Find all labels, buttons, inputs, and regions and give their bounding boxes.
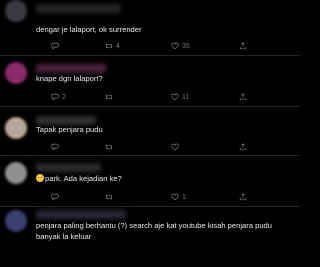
retweet-icon <box>105 43 113 49</box>
author-header-blurred <box>36 4 121 13</box>
share-button[interactable] <box>239 192 247 202</box>
avatar[interactable] <box>5 210 27 232</box>
retweet-count: 4 <box>116 42 120 50</box>
retweet-icon <box>105 144 113 150</box>
action-bar <box>36 142 300 152</box>
like-count: 35 <box>182 42 190 50</box>
like-icon <box>171 93 179 101</box>
reply-tweet[interactable]: penjara paling berhantu (?) search aje k… <box>0 207 300 267</box>
retweet-icon <box>105 94 113 100</box>
reply-text-line: park. Ada kejadian ke? <box>36 174 292 185</box>
retweet-button[interactable] <box>105 192 116 202</box>
author-header-blurred <box>36 163 101 172</box>
retweet-button[interactable]: 4 <box>105 41 120 51</box>
share-icon <box>239 193 247 201</box>
reply-text: dengar je lalaport, ok surrender <box>36 25 142 34</box>
like-icon <box>171 42 179 50</box>
retweet-icon <box>105 194 113 200</box>
like-count: 1 <box>182 193 186 201</box>
share-button[interactable] <box>239 92 247 102</box>
reply-icon <box>51 42 59 50</box>
like-button[interactable]: 1 <box>171 192 186 202</box>
reply-tweet[interactable]: park. Ada kejadian ke? 1 <box>0 156 300 207</box>
action-bar: 4 35 <box>36 41 300 51</box>
like-button[interactable]: 35 <box>171 41 190 51</box>
smiling-face-emoji <box>36 174 44 182</box>
reply-tweet[interactable]: knape dgn lalaport? 2 11 <box>0 56 300 107</box>
share-button[interactable] <box>239 41 247 51</box>
retweet-button[interactable] <box>105 92 116 102</box>
author-header-blurred <box>36 64 106 73</box>
reply-button[interactable] <box>51 41 62 51</box>
like-icon <box>171 143 179 151</box>
reply-icon <box>51 193 59 201</box>
reply-text: Tapak penjara pudu <box>36 125 103 134</box>
like-icon <box>171 193 179 201</box>
reply-tweet[interactable]: Tapak penjara pudu <box>0 107 300 156</box>
reply-tweet[interactable]: dengar je lalaport, ok surrender 4 35 <box>0 0 300 56</box>
reply-text: knape dgn lalaport? <box>36 74 103 83</box>
author-header-blurred <box>36 116 96 125</box>
reply-text: park. Ada kejadian ke? <box>45 174 122 183</box>
share-button[interactable] <box>239 142 247 152</box>
avatar[interactable] <box>5 117 27 139</box>
reply-icon <box>51 93 59 101</box>
reply-button[interactable] <box>51 192 62 202</box>
reply-icon <box>51 143 59 151</box>
avatar[interactable] <box>5 62 27 84</box>
reply-count: 2 <box>62 93 66 101</box>
action-bar: 2 11 <box>36 92 300 102</box>
avatar[interactable] <box>5 0 27 22</box>
like-button[interactable] <box>171 142 182 152</box>
share-icon <box>239 42 247 50</box>
like-button[interactable]: 11 <box>171 92 189 102</box>
share-icon <box>239 143 247 151</box>
like-count: 11 <box>182 93 190 101</box>
action-bar: 1 <box>36 192 300 202</box>
author-header-blurred <box>36 210 126 219</box>
reply-button[interactable]: 2 <box>51 92 66 102</box>
retweet-button[interactable] <box>105 142 116 152</box>
avatar[interactable] <box>5 162 27 184</box>
reply-button[interactable] <box>51 142 62 152</box>
reply-text: penjara paling berhantu (?) search aje k… <box>36 221 275 241</box>
share-icon <box>239 93 247 101</box>
